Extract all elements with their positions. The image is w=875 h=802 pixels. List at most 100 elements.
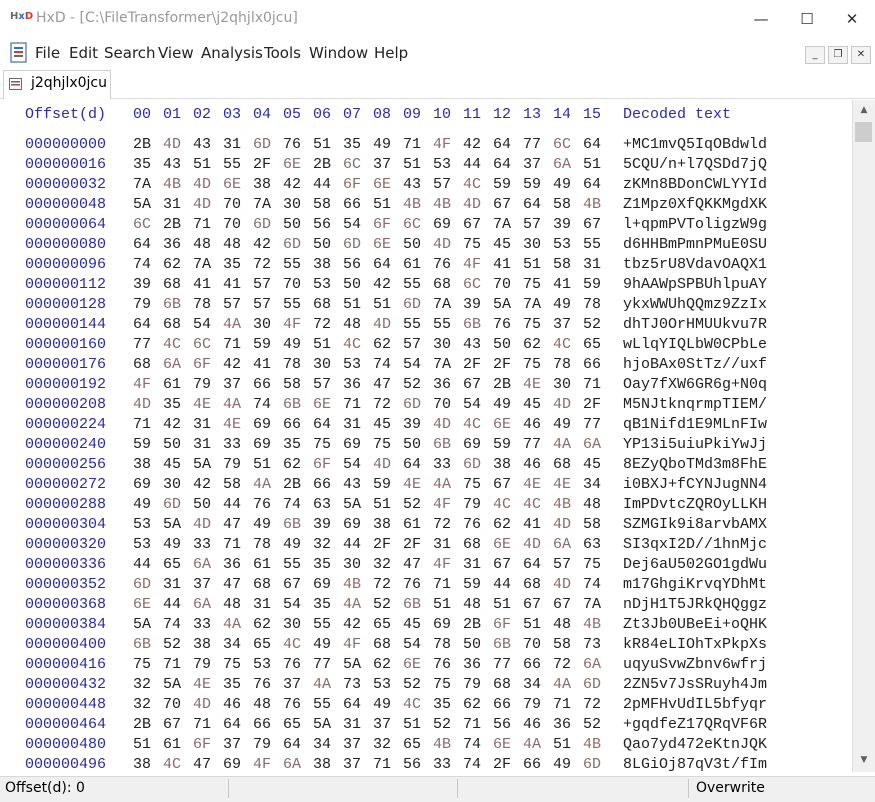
- hex-byte[interactable]: 72: [313, 316, 331, 333]
- decoded-text[interactable]: m17GhgiKrvqYDhMt: [623, 576, 767, 593]
- hex-byte[interactable]: 68: [433, 276, 451, 293]
- hex-byte[interactable]: 4B: [403, 196, 421, 213]
- hex-byte[interactable]: 33: [433, 456, 451, 473]
- hex-byte[interactable]: 48: [463, 596, 481, 613]
- hex-editor[interactable]: Offset(d) 00 01 02 03 04 05 06 07 08 09 10 11 12 13 14…: [0, 100, 852, 772]
- hex-byte[interactable]: 4C: [553, 336, 571, 353]
- hex-byte[interactable]: 6F: [313, 456, 331, 473]
- hex-byte[interactable]: 78: [553, 356, 571, 373]
- hex-byte[interactable]: 4A: [253, 476, 271, 493]
- hex-byte[interactable]: 77: [133, 336, 151, 353]
- hex-byte[interactable]: 76: [253, 496, 271, 513]
- hex-byte[interactable]: 30: [433, 336, 451, 353]
- hex-byte[interactable]: 78: [283, 356, 301, 373]
- mdi-restore-button[interactable]: ❐: [828, 46, 848, 64]
- hex-byte[interactable]: 69: [253, 436, 271, 453]
- hex-byte[interactable]: 68: [163, 276, 181, 293]
- mdi-close-button[interactable]: ✕: [851, 46, 871, 64]
- hex-byte[interactable]: 5A: [343, 496, 361, 513]
- hex-byte[interactable]: 78: [583, 296, 601, 313]
- hex-byte[interactable]: 4F: [433, 556, 451, 573]
- hex-byte[interactable]: 35: [163, 396, 181, 413]
- hex-byte[interactable]: 59: [373, 476, 391, 493]
- hex-byte[interactable]: 53: [313, 276, 331, 293]
- hex-byte[interactable]: 6C: [463, 276, 481, 293]
- hex-byte[interactable]: 47: [223, 516, 241, 533]
- hex-byte[interactable]: 73: [343, 676, 361, 693]
- hex-byte[interactable]: 32: [133, 676, 151, 693]
- hex-byte[interactable]: 4B: [343, 576, 361, 593]
- hex-byte[interactable]: 4D: [373, 456, 391, 473]
- hex-byte[interactable]: 50: [313, 236, 331, 253]
- hex-byte[interactable]: 56: [313, 216, 331, 233]
- hex-byte[interactable]: 65: [403, 736, 421, 753]
- decoded-text[interactable]: 8EZyQboTMd3m8FhE: [623, 456, 767, 473]
- hex-byte[interactable]: 48: [583, 496, 601, 513]
- hex-byte[interactable]: 6D: [583, 676, 601, 693]
- menu-edit[interactable]: Edit: [69, 44, 98, 62]
- hex-byte[interactable]: 48: [343, 316, 361, 333]
- hex-byte[interactable]: 4D: [193, 196, 211, 213]
- hex-byte[interactable]: 47: [403, 556, 421, 573]
- hex-byte[interactable]: 59: [463, 576, 481, 593]
- hex-byte[interactable]: 37: [223, 376, 241, 393]
- decoded-text[interactable]: 8LGiOj87qV3t/fIm: [623, 756, 767, 772]
- hex-byte[interactable]: 45: [403, 616, 421, 633]
- hex-byte[interactable]: 68: [313, 296, 331, 313]
- decoded-text[interactable]: dhTJ0OrHMUUkvu7R: [623, 316, 767, 333]
- hex-byte[interactable]: 71: [193, 216, 211, 233]
- hex-byte[interactable]: 39: [133, 276, 151, 293]
- hex-byte[interactable]: 4E: [553, 476, 571, 493]
- menu-view[interactable]: View: [158, 44, 194, 62]
- hex-byte[interactable]: 64: [223, 716, 241, 733]
- decoded-text[interactable]: +MC1mvQ5IqOBdwld: [623, 136, 767, 153]
- decoded-text[interactable]: ykxWWUhQQmz9ZzIx: [623, 296, 767, 313]
- hex-byte[interactable]: 67: [163, 716, 181, 733]
- hex-byte[interactable]: 37: [343, 756, 361, 772]
- minimize-button[interactable]: —: [738, 0, 784, 38]
- hex-byte[interactable]: 75: [223, 656, 241, 673]
- hex-byte[interactable]: 64: [493, 156, 511, 173]
- hex-byte[interactable]: 66: [343, 196, 361, 213]
- hex-byte[interactable]: 77: [493, 656, 511, 673]
- hex-byte[interactable]: 49: [133, 496, 151, 513]
- hex-byte[interactable]: 68: [553, 456, 571, 473]
- menu-window[interactable]: Window: [309, 44, 368, 62]
- decoded-text[interactable]: i0BXJ+fCYNJugNN4: [623, 476, 767, 493]
- hex-byte[interactable]: 55: [283, 296, 301, 313]
- hex-byte[interactable]: 64: [343, 696, 361, 713]
- hex-byte[interactable]: 71: [223, 336, 241, 353]
- decoded-text[interactable]: d6HHBmPmnPMuE0SU: [623, 236, 767, 253]
- menu-help[interactable]: Help: [374, 44, 408, 62]
- decoded-text[interactable]: 5CQU/n+l7QSDd7jQ: [623, 156, 767, 173]
- hex-byte[interactable]: 52: [403, 376, 421, 393]
- hex-byte[interactable]: 39: [313, 516, 331, 533]
- hex-byte[interactable]: 2F: [373, 536, 391, 553]
- hex-byte[interactable]: 62: [493, 516, 511, 533]
- hex-byte[interactable]: 50: [283, 216, 301, 233]
- hex-byte[interactable]: 76: [283, 696, 301, 713]
- hex-byte[interactable]: 2B: [463, 616, 481, 633]
- hex-byte[interactable]: 55: [313, 696, 331, 713]
- hex-byte[interactable]: 71: [463, 716, 481, 733]
- hex-byte[interactable]: 4D: [433, 236, 451, 253]
- hex-byte[interactable]: 46: [223, 696, 241, 713]
- hex-byte[interactable]: 66: [583, 356, 601, 373]
- hex-byte[interactable]: 57: [253, 296, 271, 313]
- hex-byte[interactable]: 31: [463, 556, 481, 573]
- hex-byte[interactable]: 53: [343, 356, 361, 373]
- hex-byte[interactable]: 4D: [133, 396, 151, 413]
- hex-byte[interactable]: 45: [583, 456, 601, 473]
- hex-byte[interactable]: 4D: [553, 396, 571, 413]
- hex-byte[interactable]: 32: [313, 536, 331, 553]
- hex-byte[interactable]: 42: [373, 276, 391, 293]
- hex-byte[interactable]: 54: [343, 456, 361, 473]
- hex-byte[interactable]: 75: [433, 676, 451, 693]
- hex-byte[interactable]: 64: [583, 136, 601, 153]
- hex-byte[interactable]: 42: [163, 416, 181, 433]
- menu-tools[interactable]: Tools: [264, 44, 301, 62]
- hex-byte[interactable]: 46: [523, 416, 541, 433]
- decoded-text[interactable]: SI3qxI2D//1hnMjc: [623, 536, 767, 553]
- hex-byte[interactable]: 57: [523, 216, 541, 233]
- hex-byte[interactable]: 31: [163, 576, 181, 593]
